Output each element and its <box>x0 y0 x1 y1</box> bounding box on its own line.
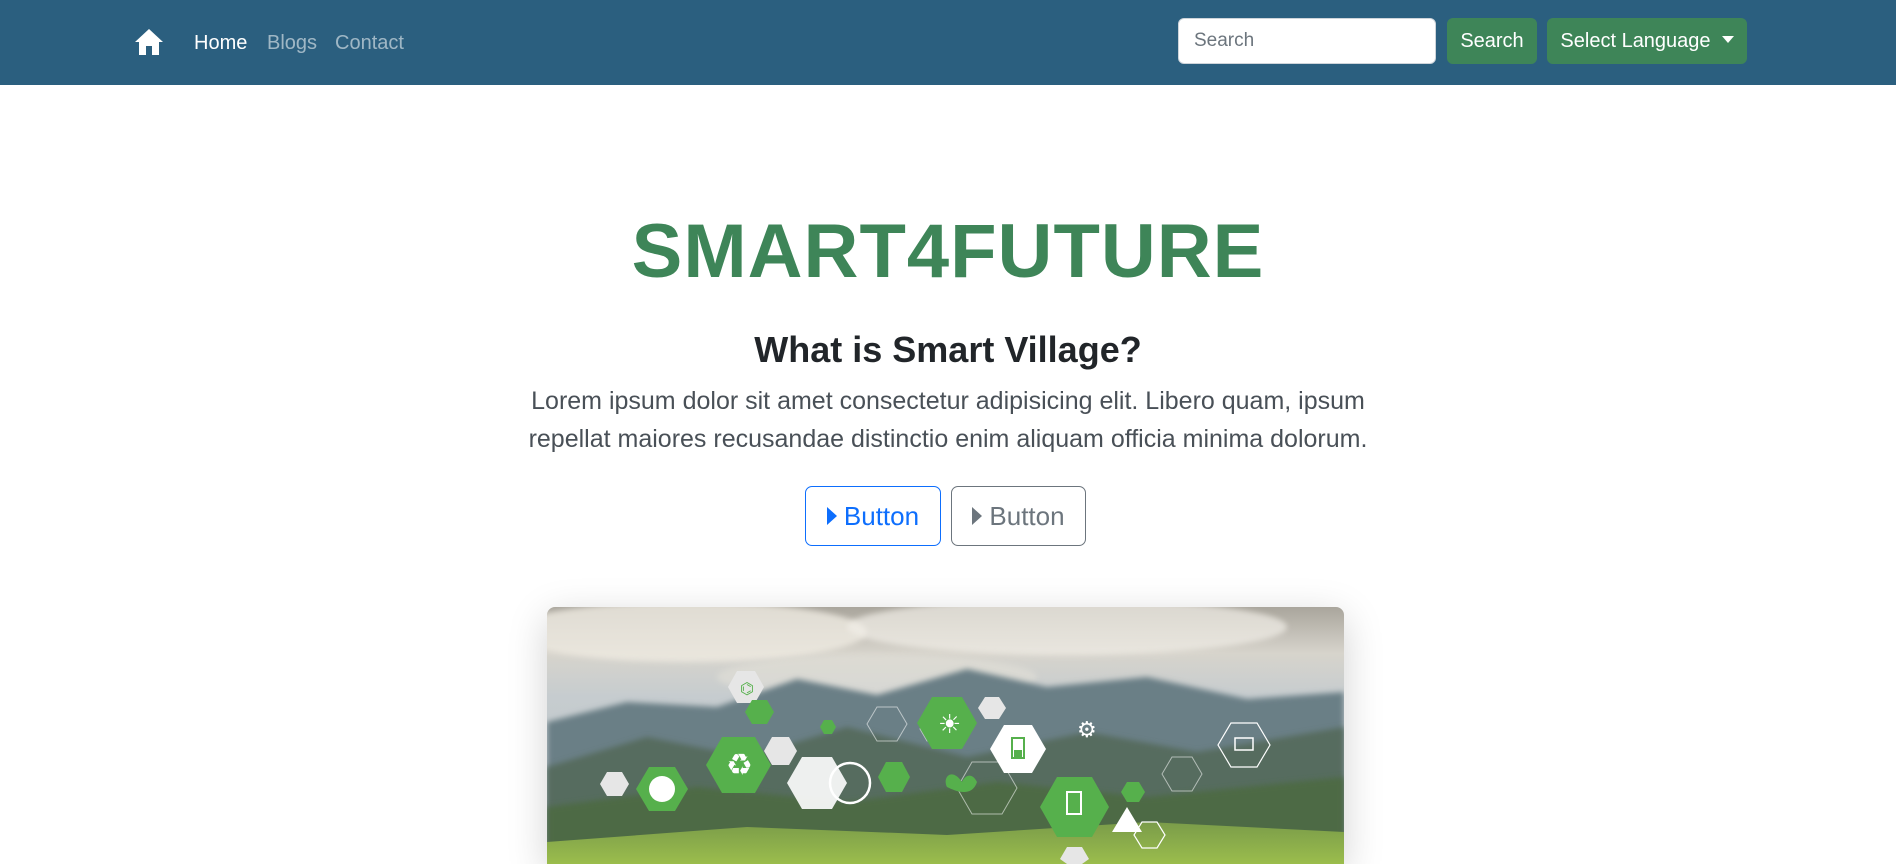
hero-image: ⌬ ♻ ☀ ⚙ <box>547 607 1344 864</box>
home-icon[interactable] <box>134 27 164 57</box>
search-input[interactable] <box>1178 18 1436 64</box>
navbar: Home Blogs Contact Search Select Languag… <box>0 0 1896 85</box>
svg-text:⚙: ⚙ <box>1077 718 1097 743</box>
svg-text:☀: ☀ <box>938 710 961 740</box>
hero-secondary-button-label: Button <box>989 500 1065 531</box>
nav-link-blogs[interactable]: Blogs <box>267 30 317 56</box>
hero-primary-button[interactable]: Button <box>805 486 941 546</box>
language-dropdown-button[interactable]: Select Language <box>1547 18 1747 64</box>
nav-link-home[interactable]: Home <box>194 30 247 56</box>
hero-secondary-button[interactable]: Button <box>951 486 1086 546</box>
hero-title: SMART4FUTURE <box>631 209 1265 294</box>
nav-link-contact[interactable]: Contact <box>335 30 404 56</box>
hero-subtitle: What is Smart Village? <box>754 329 1142 370</box>
play-icon <box>972 507 983 525</box>
svg-text:♻: ♻ <box>726 748 753 783</box>
caret-down-icon <box>1721 35 1734 43</box>
svg-text:⌬: ⌬ <box>740 679 754 698</box>
hero-primary-button-label: Button <box>843 500 920 531</box>
language-dropdown-label: Select Language <box>1560 29 1711 52</box>
hero-lead: Lorem ipsum dolor sit amet consectetur a… <box>528 387 1368 453</box>
search-button[interactable]: Search <box>1447 18 1537 64</box>
play-icon <box>826 507 837 525</box>
